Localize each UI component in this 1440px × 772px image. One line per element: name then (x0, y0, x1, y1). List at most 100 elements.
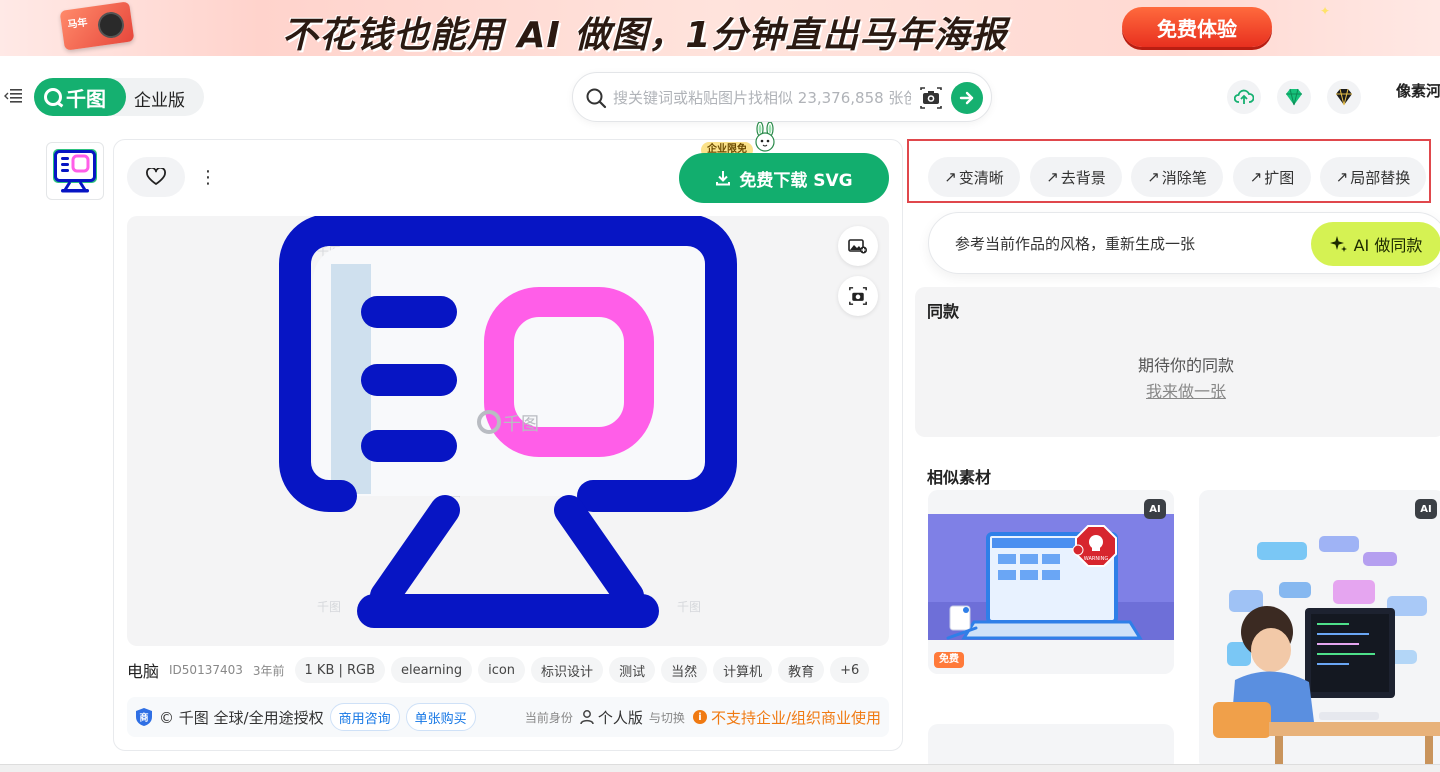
banner-cta-button[interactable]: 免费体验 (1122, 7, 1272, 47)
identity-switch-link[interactable]: 与切换 (649, 709, 685, 726)
same-style-title: 同款 (927, 302, 960, 321)
heart-icon (146, 168, 166, 185)
search-icon (586, 88, 607, 109)
sparkle-icon: ✦ (1320, 4, 1331, 18)
horse-ticket-image: 马年 (59, 1, 135, 51)
computer-thumbnail-icon (53, 149, 97, 193)
download-button[interactable]: 免费下载 SVG (679, 153, 889, 203)
ai-generate-label: AI 做同款 (1353, 236, 1423, 255)
logo-text: 千图 (66, 86, 106, 111)
sparkle-icon (1329, 236, 1347, 252)
same-style-create-link[interactable]: 我来做一张 (1146, 378, 1226, 402)
ai-generate-button[interactable]: AI 做同款 (1311, 222, 1440, 266)
asset-meta-row: 电脑 ID50137403 3年前 1 KB | RGB elearning i… (127, 656, 887, 684)
vip-button[interactable] (1277, 80, 1311, 114)
image-plus-icon (848, 239, 867, 254)
commercial-shield-icon: 商 (136, 708, 152, 726)
computer-illustration: 千图 千图 千图 千图 千图 千图 千图 千图 千图 千图 千图 千图 千图 千… (279, 216, 737, 628)
arrow-up-right-icon: ↗ (1335, 168, 1349, 186)
favorite-button[interactable] (127, 157, 185, 197)
arrow-up-right-icon: ↗ (944, 168, 957, 186)
search-submit-button[interactable] (951, 82, 983, 114)
bunny-mascot-icon (755, 122, 775, 152)
similar-asset-card[interactable] (1199, 490, 1440, 770)
user-name[interactable]: 像素河 (1396, 80, 1440, 101)
tag-item[interactable]: 计算机 (713, 657, 773, 683)
ai-tool-remove-background[interactable]: ↗ 去背景 (1030, 157, 1122, 197)
person-icon (580, 710, 594, 725)
asset-id: ID50137403 (169, 663, 243, 677)
monitor-base (357, 594, 659, 628)
tag-item[interactable]: icon (478, 657, 526, 683)
banner-slogan: 不花钱也能用 AI 做图，1分钟直出马年海报 (282, 15, 1008, 56)
arrow-up-right-icon: ↗ (1046, 168, 1059, 186)
license-bar: 商 © 千图 全球/全用途授权 商用咨询 单张购买 当前身份 个人版 与切换 i… (127, 697, 889, 737)
promo-banner[interactable]: 马年 不花钱也能用 AI 做图，1分钟直出马年海报 免费体验 ✦ (0, 0, 1440, 56)
asset-size: 1 KB | RGB (294, 657, 386, 683)
ai-tool-label: 消除笔 (1161, 168, 1207, 187)
image-edit-button[interactable] (838, 226, 878, 266)
identity-label: 当前身份 (524, 710, 573, 725)
cloud-upload-icon (1234, 89, 1254, 104)
similar-assets-title: 相似素材 (927, 468, 992, 487)
ticket-text: 马年 (66, 17, 89, 32)
similar-asset-card[interactable]: WARNING (928, 490, 1174, 674)
logo-q-icon (44, 88, 62, 106)
arrow-up-right-icon: ↗ (1147, 168, 1160, 186)
tag-item[interactable]: 教育 (778, 657, 825, 683)
ai-tool-label: 局部替换 (1350, 168, 1411, 187)
green-diamond-icon (1286, 88, 1302, 106)
license-warning-text: 不支持企业/组织商业使用 (710, 708, 881, 727)
black-diamond-icon (1336, 88, 1352, 106)
menu-collapse-icon[interactable] (4, 88, 22, 104)
free-badge: 免费 (934, 652, 964, 668)
asset-title: 电脑 (127, 662, 160, 681)
enterprise-edition-link[interactable]: 企业版 (134, 86, 185, 111)
single-purchase-button[interactable]: 单张购买 (405, 703, 476, 731)
commercial-consult-button[interactable]: 商用咨询 (329, 703, 400, 731)
search-input[interactable] (613, 85, 911, 111)
ai-tool-enhance[interactable]: ↗ 变清晰 (928, 157, 1020, 197)
download-label: 免费下载 SVG (739, 170, 853, 191)
asset-age: 3年前 (252, 663, 285, 678)
window-bottom-edge (0, 764, 1440, 772)
site-logo[interactable]: 千图 (34, 78, 126, 116)
shield-badge-text: 商 (139, 712, 148, 724)
ai-generated-badge: AI (1144, 499, 1166, 519)
watermark-text: 千图 (317, 600, 341, 614)
enterprise-vip-button[interactable] (1327, 80, 1361, 114)
tag-item[interactable]: 标识设计 (531, 657, 604, 683)
ai-tool-eraser[interactable]: ↗ 消除笔 (1131, 157, 1223, 197)
camera-scan-icon (849, 287, 867, 305)
license-warning: i 不支持企业/组织商业使用 (692, 707, 881, 728)
image-search-button[interactable] (838, 276, 878, 316)
tag-item[interactable]: elearning (391, 657, 473, 683)
asset-preview[interactable]: 千图 千图 千图 千图 千图 千图 千图 千图 千图 千图 千图 千图 千图 千… (127, 216, 889, 646)
more-tags-button[interactable]: +6 (830, 657, 870, 683)
identity-value: 个人版 (597, 708, 643, 727)
ai-generate-panel: 参考当前作品的风格，重新生成一张 AI 做同款 (928, 212, 1440, 274)
more-options-button[interactable]: ⋮ (198, 166, 218, 190)
download-icon (716, 171, 731, 186)
same-style-empty-text: 期待你的同款 (1138, 356, 1235, 375)
center-watermark-text: 千图 (503, 414, 539, 435)
tag-item[interactable]: 当然 (661, 657, 708, 683)
asset-thumbnail[interactable] (46, 142, 104, 200)
identity-personal[interactable]: 个人版 (579, 707, 643, 728)
programmer-illustration (1199, 490, 1440, 770)
laptop-warning-illustration: WARNING (928, 490, 1174, 674)
menu-bar-1 (361, 296, 457, 328)
watermark-text: 千图 (677, 600, 701, 614)
license-text: © 千图 全球/全用途授权 (159, 708, 324, 727)
monitor-stand (370, 495, 644, 611)
image-search-camera-icon[interactable] (919, 87, 943, 109)
ai-tool-expand[interactable]: ↗ 扩图 (1233, 157, 1311, 197)
ai-tool-label: 变清晰 (958, 168, 1004, 187)
ai-tool-partial-replace[interactable]: ↗ 局部替换 (1320, 157, 1426, 197)
arrow-up-right-icon: ↗ (1249, 168, 1263, 186)
upload-button[interactable] (1227, 80, 1261, 114)
menu-bar-3 (361, 430, 457, 462)
ai-tool-label: 去背景 (1060, 168, 1106, 187)
ai-tool-label: 扩图 (1264, 168, 1295, 187)
tag-item[interactable]: 测试 (609, 657, 656, 683)
